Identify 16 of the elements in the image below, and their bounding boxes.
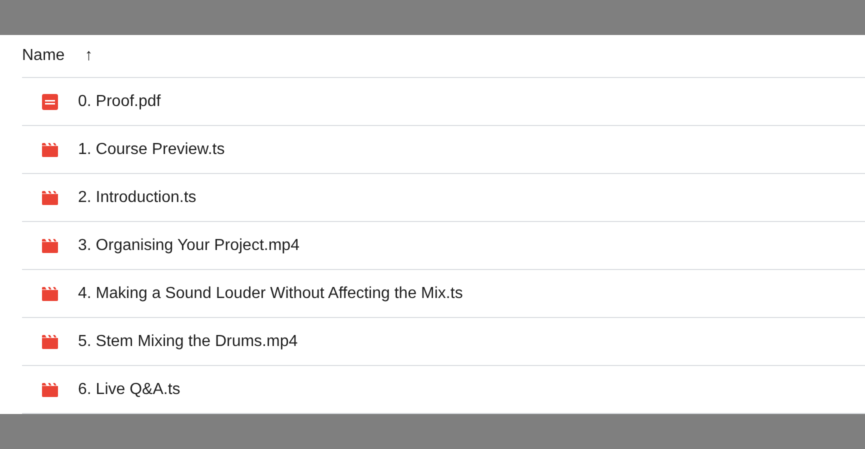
pdf-file-icon [42, 94, 58, 110]
file-name[interactable]: 6. Live Q&A.ts [78, 378, 180, 402]
film-clapper-icon [42, 142, 58, 156]
name-column-header[interactable]: Name [22, 44, 65, 68]
file-name[interactable]: 4. Making a Sound Louder Without Affecting the Mix.ts [78, 282, 463, 306]
film-clapper-icon [42, 190, 58, 204]
file-name[interactable]: 2. Introduction.ts [78, 186, 196, 210]
file-name[interactable]: 1. Course Preview.ts [78, 138, 225, 162]
film-clapper-icon [42, 238, 58, 252]
film-clapper-icon [42, 334, 58, 348]
sort-arrow[interactable]: ↑ [84, 44, 93, 68]
film-clapper-icon [42, 382, 58, 396]
file-name[interactable]: 3. Organising Your Project.mp4 [78, 234, 300, 258]
file-name[interactable]: 5. Stem Mixing the Drums.mp4 [78, 330, 298, 354]
film-clapper-icon [42, 286, 58, 300]
file-name[interactable]: 0. Proof.pdf [78, 90, 161, 114]
